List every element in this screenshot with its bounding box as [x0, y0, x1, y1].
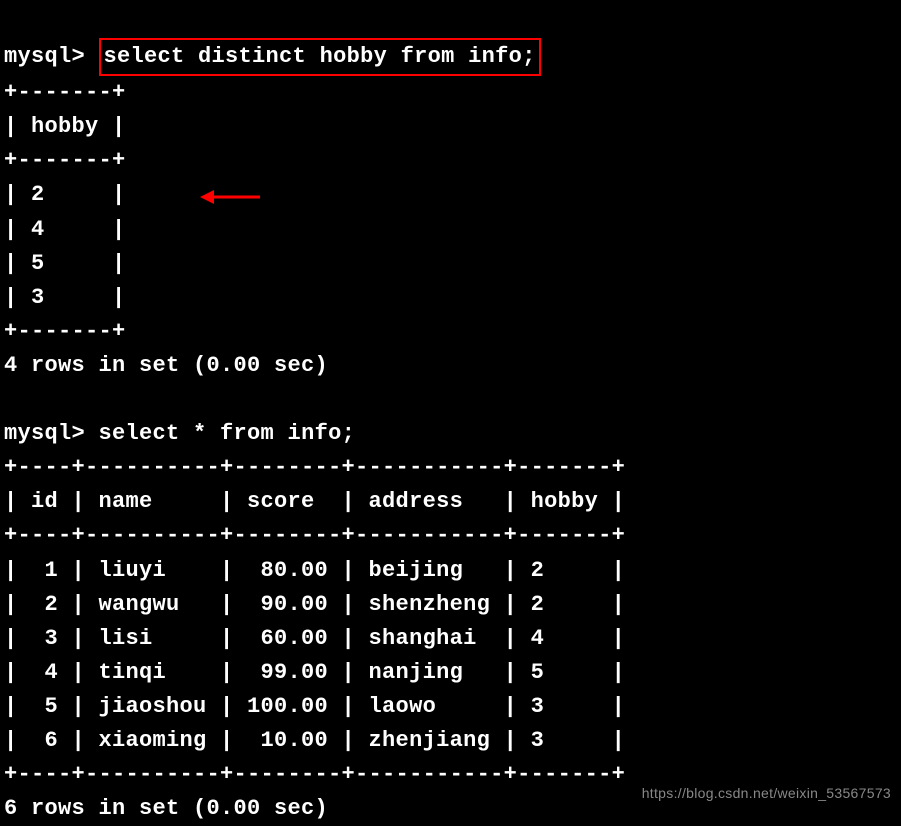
table2-row: | 1 | liuyi | 80.00 | beijing | 2 | — [4, 558, 625, 583]
table1-row: | 4 | — [4, 217, 126, 242]
table1-row: | 3 | — [4, 285, 126, 310]
table1-row: | 2 | — [4, 182, 126, 207]
table2-border-top: +----+----------+--------+-----------+--… — [4, 455, 625, 480]
table2-row: | 2 | wangwu | 90.00 | shenzheng | 2 | — [4, 592, 625, 617]
table1-border-bot: +-------+ — [4, 319, 126, 344]
table2-row: | 6 | xiaoming | 10.00 | zhenjiang | 3 | — [4, 728, 625, 753]
table1-header: | hobby | — [4, 114, 126, 139]
table1-row: | 5 | — [4, 251, 126, 276]
watermark-text: https://blog.csdn.net/weixin_53567573 — [642, 783, 891, 805]
table1-border-mid: +-------+ — [4, 148, 126, 173]
query2-status: 6 rows in set (0.00 sec) — [4, 796, 328, 821]
query1-status: 4 rows in set (0.00 sec) — [4, 353, 328, 378]
table2-row: | 5 | jiaoshou | 100.00 | laowo | 3 | — [4, 694, 625, 719]
table1-border-top: +-------+ — [4, 80, 126, 105]
terminal-output: mysql> select distinct hobby from info; … — [4, 4, 897, 826]
arrow-left-icon — [200, 180, 260, 223]
query-2-command: select * from info; — [99, 421, 356, 446]
table2-row: | 3 | lisi | 60.00 | shanghai | 4 | — [4, 626, 625, 651]
highlighted-query-1: select distinct hobby from info; — [99, 38, 541, 76]
mysql-prompt: mysql> — [4, 44, 85, 69]
table2-row: | 4 | tinqi | 99.00 | nanjing | 5 | — [4, 660, 625, 685]
table2-header: | id | name | score | address | hobby | — [4, 489, 625, 514]
table2-border-mid: +----+----------+--------+-----------+--… — [4, 523, 625, 548]
mysql-prompt: mysql> — [4, 421, 85, 446]
table2-border-bot: +----+----------+--------+-----------+--… — [4, 762, 625, 787]
